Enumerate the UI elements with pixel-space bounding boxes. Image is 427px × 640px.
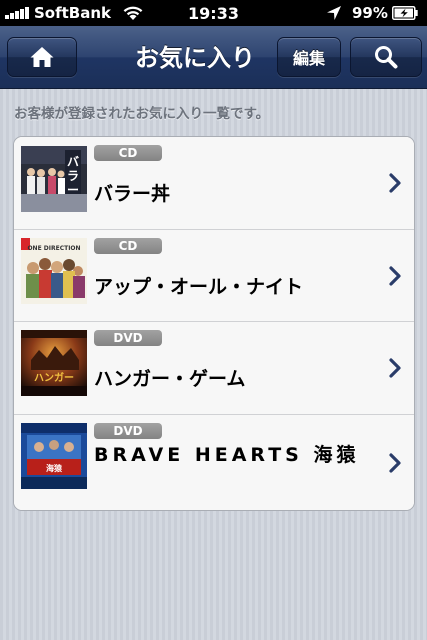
favorites-list: バ ラ ー CD バラー丼 ONE DIRECTION CD アップ・オール・ナ… bbox=[13, 136, 415, 511]
status-bar: SoftBank 19:33 99% bbox=[0, 0, 427, 26]
search-icon bbox=[375, 46, 398, 69]
favorite-item[interactable]: バ ラ ー CD バラー丼 bbox=[14, 137, 414, 229]
svg-text:ONE DIRECTION: ONE DIRECTION bbox=[27, 245, 80, 252]
edit-button[interactable]: 編集 bbox=[277, 37, 341, 77]
location-arrow-icon bbox=[327, 6, 341, 20]
cd-cover-bara-don-thumbnail: バ ラ ー bbox=[21, 146, 87, 212]
dvd-cover-hunger-games-thumbnail: ハンガー bbox=[21, 330, 87, 396]
item-title: ハンガー・ゲーム bbox=[94, 368, 246, 390]
favorite-item[interactable]: ONE DIRECTION CD アップ・オール・ナイト bbox=[14, 229, 414, 322]
battery-percentage: 99% bbox=[352, 4, 388, 22]
chevron-right-icon bbox=[389, 358, 401, 378]
media-type-badge: CD bbox=[94, 145, 162, 161]
media-type-badge: DVD bbox=[94, 330, 162, 346]
favorites-description: お客様が登録されたお気に入り一覧です。 bbox=[14, 106, 270, 122]
svg-text:ハンガー: ハンガー bbox=[34, 371, 74, 384]
home-button[interactable] bbox=[7, 37, 77, 77]
svg-text:ラ: ラ bbox=[67, 169, 79, 183]
battery-charging-icon bbox=[392, 6, 418, 20]
cd-cover-one-direction-thumbnail: ONE DIRECTION bbox=[21, 238, 87, 304]
home-icon bbox=[30, 47, 54, 67]
svg-text:バ: バ bbox=[67, 155, 79, 169]
page-title: お気に入り bbox=[135, 44, 255, 72]
item-title: BRAVE HEARTS 海猿 bbox=[94, 444, 360, 466]
search-button[interactable] bbox=[350, 37, 422, 77]
item-title: アップ・オール・ナイト bbox=[94, 276, 304, 298]
item-title: バラー丼 bbox=[94, 183, 171, 205]
navigation-bar: お気に入り 編集 bbox=[0, 26, 427, 89]
media-type-badge: CD bbox=[94, 238, 162, 254]
chevron-right-icon bbox=[389, 173, 401, 193]
chevron-right-icon bbox=[389, 453, 401, 473]
media-type-badge: DVD bbox=[94, 423, 162, 439]
favorite-item[interactable]: 海猿 DVD BRAVE HEARTS 海猿 bbox=[14, 414, 414, 510]
svg-text:海猿: 海猿 bbox=[46, 463, 63, 473]
dvd-cover-brave-hearts-thumbnail: 海猿 bbox=[21, 423, 87, 489]
chevron-right-icon bbox=[389, 266, 401, 286]
favorite-item[interactable]: ハンガー DVD ハンガー・ゲーム bbox=[14, 321, 414, 415]
